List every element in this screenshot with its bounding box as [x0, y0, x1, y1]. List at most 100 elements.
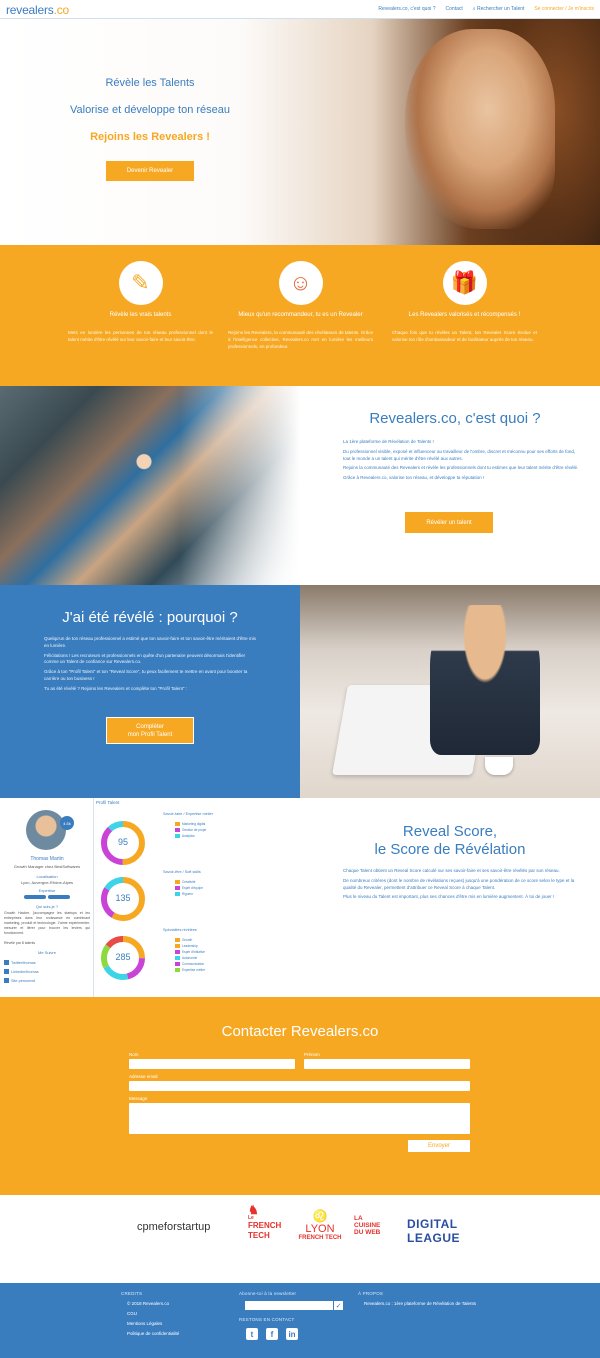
legend-item: Marketing digital [175, 822, 205, 826]
twitter-link[interactable]: Twitter/thomas [4, 960, 36, 965]
legend-item: Communication [175, 962, 204, 966]
logo[interactable]: revealers.co [6, 3, 69, 17]
about-text: La 1ère plateforme de Révélation de Tale… [343, 439, 579, 481]
linkedin-icon[interactable]: in [286, 1328, 298, 1340]
firstname-label: Prénom [304, 1052, 320, 1057]
score-title: Reveal Score, le Score de Révélation [374, 823, 526, 858]
nav-contact-link[interactable]: Contact [446, 6, 463, 12]
cuisine-du-web-logo[interactable]: LA CUISINE DU WEB [354, 1215, 390, 1236]
send-button[interactable]: Envoyer [408, 1140, 470, 1152]
legend-item: Leadership [175, 944, 198, 948]
complete-profile-button[interactable]: Compléter mon Profil Talent [106, 717, 194, 744]
globe-icon [4, 978, 9, 983]
legal-link[interactable]: Mentions Légales [127, 1321, 162, 1326]
legend-item: Autonomie [175, 956, 197, 960]
profile-location: Lyon, Auvergne-Rhône-Alpes [20, 880, 74, 885]
nav-about-link[interactable]: Revealers.co, c'est quoi ? [378, 6, 435, 12]
feature-text: Chaque fois que tu révèles un Talent, to… [392, 330, 537, 342]
legend-title: Savoir-être / Soft skills [163, 870, 201, 874]
twitter-icon[interactable]: t [246, 1328, 258, 1340]
legend-title: Spécialités révélées [163, 928, 197, 932]
hero-headline-3: Rejoins les Revealers ! [90, 131, 210, 143]
name-field[interactable] [129, 1059, 295, 1069]
profile-role: Growth Manager chez BestSoftwares [13, 864, 81, 869]
legend-item: Esprit d'équipe [175, 886, 203, 890]
nav-login-link[interactable]: Se connecter [534, 6, 563, 12]
follow-label: Me Suivre [37, 950, 56, 955]
feature-recommender: ☺ Mieux qu'un recommandeur, tu es un Rev… [228, 261, 373, 350]
hero-section: Révèle les Talents Valorise et développe… [0, 19, 600, 245]
hero-headline-1: Révèle les Talents [105, 77, 195, 89]
lion-icon: ♌ [312, 1209, 328, 1223]
credits-title: CREDITS [121, 1291, 143, 1296]
man-on-phone-photo [300, 585, 600, 798]
contact-section: Contacter Revealers.co Nom Prénom Adress… [0, 997, 600, 1195]
header: revealers.co Revealers.co, c'est quoi ? … [0, 0, 600, 19]
linkedin-icon [4, 969, 9, 974]
feature-text: Mets en lumière les personnes de ton rés… [68, 330, 213, 342]
why-revealed-section: J'ai été révélé : pourquoi ? Quelqu'un d… [0, 585, 600, 798]
message-field[interactable] [129, 1103, 470, 1134]
contact-title: Contacter Revealers.co [221, 1023, 379, 1040]
features-section: ✎ Révèle les vrais talents Mets en lumiè… [0, 245, 600, 386]
check-icon: ✓ [335, 1302, 342, 1310]
legend-item: Gestion de projet [175, 828, 206, 832]
expertise-tags [4, 895, 90, 901]
email-label: Adresse email [129, 1074, 158, 1079]
nav-signup-link[interactable]: Je m'inscris [568, 6, 594, 12]
digital-league-logo[interactable]: DIGITAL LEAGUE [407, 1217, 460, 1245]
about-footer-title: À PROPOS [358, 1291, 384, 1296]
about-section: Revealers.co, c'est quoi ? La 1ère plate… [0, 386, 600, 585]
legend-item: Expertise métier [175, 968, 205, 972]
firstname-field[interactable] [304, 1059, 470, 1069]
email-field[interactable] [129, 1081, 470, 1091]
donut-value: 95 [117, 837, 128, 847]
reveal-talent-button[interactable]: Révéler un talent [405, 512, 493, 533]
legend-item: Créativité [175, 880, 195, 884]
facebook-icon[interactable]: f [266, 1328, 278, 1340]
cpme-logo[interactable]: cpmeforstartup [137, 1222, 210, 1233]
partners-section: cpmeforstartup ♞ Le FRENCH TECH ♌ LYON F… [0, 1195, 600, 1283]
lyon-frenchtech-logo[interactable]: ♌ LYON FRENCH TECH [296, 1209, 344, 1242]
contact-us-title: RESTONS EN CONTACT [239, 1317, 295, 1322]
feature-rewarded: 🎁 Les Revealers valorisés et récompensés… [392, 261, 537, 343]
hands-together-photo [0, 386, 300, 585]
profile-card: 4.5k Thomas Martin Growth Manager chez B… [0, 798, 94, 997]
donut-value: 285 [115, 952, 131, 962]
frenchtech-logo[interactable]: ♞ Le FRENCH TECH [248, 1204, 281, 1241]
become-revealer-button[interactable]: Devenir Revealer [106, 161, 194, 181]
nav-bar: Revealers.co, c'est quoi ? Contact ⌕ Rec… [378, 6, 594, 12]
newsletter-submit-button[interactable]: ✓ [334, 1301, 343, 1310]
newsletter-email-input[interactable] [245, 1301, 333, 1310]
search-icon: ⌕ [472, 6, 476, 12]
hero-headline-2: Valorise et développe ton réseau [69, 104, 230, 116]
profile-bio: Growth Hacker, j'accompagne les startups… [4, 911, 90, 935]
message-label: Message [129, 1096, 148, 1101]
score-badge: 4.5k [60, 816, 74, 830]
donut-value: 135 [115, 893, 131, 903]
cgu-link[interactable]: CGU [127, 1311, 137, 1316]
score-text: Chaque Talent obtient un Reveal Score ca… [343, 868, 575, 900]
newsletter-title: Abonne-toi à la newsletter [239, 1291, 297, 1296]
expertise-label: Expertise [38, 888, 56, 893]
people-icon: ☺ [278, 261, 323, 305]
reveal-score-section: 4.5k Thomas Martin Growth Manager chez B… [0, 798, 600, 997]
legend-item: Analytics [175, 834, 195, 838]
why-text: Quelqu'un de ton réseau professionnel a … [44, 636, 256, 691]
feature-title: Les Revealers valorisés et récompensés ! [408, 312, 521, 318]
tab-profile-talent[interactable]: Profil Talent [96, 800, 119, 805]
about-title: Revealers.co, c'est quoi ? [369, 410, 541, 427]
profile-name: Thomas Martin [30, 856, 64, 862]
privacy-link[interactable]: Politique de confidentialité [127, 1331, 179, 1336]
why-title: J'ai été révélé : pourquoi ? [62, 609, 238, 626]
about-footer-text: Revealers.co : 1ère plateforme de Révéla… [364, 1301, 476, 1306]
nav-search-link[interactable]: ⌕ Rechercher un Talent [473, 6, 525, 12]
legend-title: Savoir-faire / Expertise métier [163, 812, 214, 816]
feature-text: Rejoins les Revealers, la communauté des… [228, 330, 373, 349]
legend-item: Rigueur [175, 892, 193, 896]
who-label: Qui suis-je ? [35, 904, 59, 909]
feature-reveal-talents: ✎ Révèle les vrais talents Mets en lumiè… [68, 261, 213, 343]
website-link[interactable]: Site personnel [4, 978, 35, 983]
linkedin-link[interactable]: Linkedin/thomas [4, 969, 39, 974]
pencil-icon: ✎ [118, 261, 163, 305]
